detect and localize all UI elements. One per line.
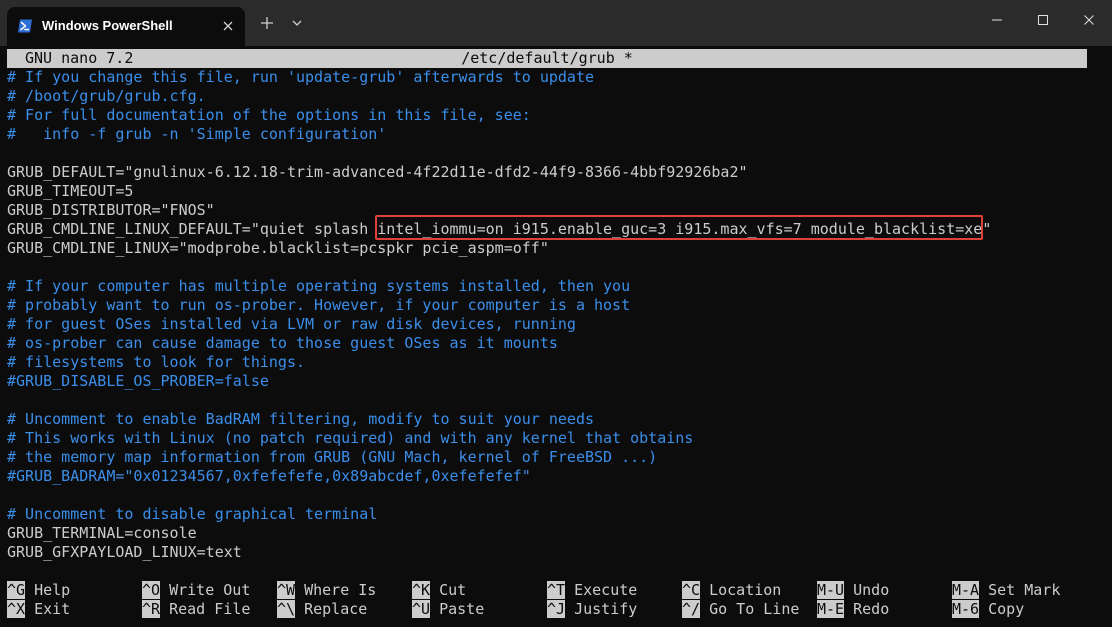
shortcut-key: ^U — [412, 600, 431, 618]
editor-line[interactable]: GRUB_DISTRIBUTOR="FNOS" — [7, 201, 215, 220]
shortcut-location[interactable]: ^C Location — [682, 581, 781, 600]
editor-line[interactable]: # probably want to run os-prober. Howeve… — [7, 296, 630, 315]
close-tab-icon[interactable] — [219, 17, 237, 35]
shortcut-undo[interactable]: M-U Undo — [817, 581, 889, 600]
terminal-window: Windows PowerShell GNU nano 7.2 /etc/def… — [0, 0, 1112, 627]
shortcut-label: Undo — [853, 581, 890, 599]
shortcut-key: ^C — [682, 581, 701, 599]
shortcut-execute[interactable]: ^T Execute — [547, 581, 637, 600]
shortcut-key: ^W — [277, 581, 296, 599]
editor-line[interactable]: # Uncomment to enable BadRAM filtering, … — [7, 410, 594, 429]
editor-line[interactable]: # info -f grub -n 'Simple configuration' — [7, 125, 386, 144]
editor-line[interactable]: GRUB_GFXPAYLOAD_LINUX=text — [7, 543, 242, 562]
shortcut-label: Copy — [988, 600, 1025, 618]
editor-line[interactable]: GRUB_CMDLINE_LINUX="modprobe.blacklist=p… — [7, 239, 549, 258]
editor-line[interactable]: # filesystems to look for things. — [7, 353, 305, 372]
editor-line[interactable]: # for guest OSes installed via LVM or ra… — [7, 315, 576, 334]
maximize-icon — [1038, 15, 1048, 25]
shortcut-label: Location — [709, 581, 782, 599]
shortcut-justify[interactable]: ^J Justify — [547, 600, 637, 619]
shortcut-paste[interactable]: ^U Paste — [412, 600, 484, 619]
shortcut-key: ^R — [142, 600, 161, 618]
shortcut-label: Go To Line — [709, 600, 800, 618]
tab-title: Windows PowerShell — [42, 18, 173, 33]
shortcut-copy[interactable]: M-6 Copy — [952, 600, 1024, 619]
shortcut-label: Justify — [574, 600, 638, 618]
highlight-annotation — [375, 215, 983, 240]
editor-line[interactable]: GRUB_TERMINAL=console — [7, 524, 197, 543]
shortcut-where-is[interactable]: ^W Where Is — [277, 581, 376, 600]
shortcut-write-out[interactable]: ^O Write Out — [142, 581, 250, 600]
chevron-down-icon[interactable] — [291, 17, 303, 29]
shortcut-label: Where Is — [304, 581, 377, 599]
editor-line[interactable]: #GRUB_BADRAM="0x01234567,0xfefefefe,0x89… — [7, 467, 531, 486]
shortcut-label: Redo — [853, 600, 890, 618]
shortcut-key: ^K — [412, 581, 431, 599]
title-bar: Windows PowerShell — [0, 0, 1112, 46]
tab-windows-powershell[interactable]: Windows PowerShell — [7, 7, 245, 46]
shortcut-label: Execute — [574, 581, 638, 599]
shortcut-label: Read File — [169, 600, 251, 618]
shortcut-set-mark[interactable]: M-A Set Mark — [952, 581, 1060, 600]
editor-line[interactable]: # the memory map information from GRUB (… — [7, 448, 657, 467]
minimize-button[interactable] — [974, 0, 1020, 40]
close-window-button[interactable] — [1066, 0, 1112, 40]
nano-editor[interactable]: GNU nano 7.2 /etc/default/grub * # If yo… — [7, 49, 1087, 619]
shortcut-key: ^/ — [682, 600, 701, 618]
shortcut-key: M-U — [817, 581, 845, 599]
powershell-icon — [18, 19, 32, 33]
shortcut-cut[interactable]: ^K Cut — [412, 581, 466, 600]
editor-line[interactable]: # /boot/grub/grub.cfg. — [7, 87, 206, 106]
shortcut-key: ^\ — [277, 600, 296, 618]
shortcut-label: Cut — [439, 581, 467, 599]
editor-line[interactable]: # This works with Linux (no patch requir… — [7, 429, 693, 448]
shortcut-go-to-line[interactable]: ^/ Go To Line — [682, 600, 799, 619]
shortcut-label: Exit — [34, 600, 71, 618]
shortcut-help[interactable]: ^G Help — [7, 581, 70, 600]
shortcut-replace[interactable]: ^\ Replace — [277, 600, 367, 619]
editor-line[interactable]: # If you change this file, run 'update-g… — [7, 68, 594, 87]
editor-line[interactable]: # os-prober can cause damage to those gu… — [7, 334, 558, 353]
editor-line[interactable]: GRUB_TIMEOUT=5 — [7, 182, 133, 201]
minimize-icon — [992, 19, 1002, 21]
editor-line[interactable]: # Uncomment to disable graphical termina… — [7, 505, 377, 524]
file-name: /etc/default/grub * — [461, 49, 633, 67]
shortcut-label: Paste — [439, 600, 485, 618]
shortcut-redo[interactable]: M-E Redo — [817, 600, 889, 619]
editor-line[interactable]: #GRUB_DISABLE_OS_PROBER=false — [7, 372, 269, 391]
shortcut-key: M-A — [952, 581, 980, 599]
shortcut-key: M-E — [817, 600, 845, 618]
shortcut-key: M-6 — [952, 600, 980, 618]
nano-header: GNU nano 7.2 /etc/default/grub * — [7, 49, 1087, 68]
shortcut-read-file[interactable]: ^R Read File — [142, 600, 250, 619]
shortcut-label: Set Mark — [988, 581, 1061, 599]
plus-icon[interactable] — [259, 15, 275, 31]
shortcut-key: ^G — [7, 581, 26, 599]
maximize-button[interactable] — [1020, 0, 1066, 40]
shortcut-label: Help — [34, 581, 71, 599]
shortcut-key: ^O — [142, 581, 161, 599]
shortcut-label: Write Out — [169, 581, 251, 599]
shortcut-exit[interactable]: ^X Exit — [7, 600, 70, 619]
editor-line[interactable]: GRUB_DEFAULT="gnulinux-6.12.18-trim-adva… — [7, 163, 748, 182]
shortcut-key: ^X — [7, 600, 26, 618]
close-icon — [1084, 15, 1094, 25]
shortcut-key: ^J — [547, 600, 566, 618]
editor-line[interactable]: # For full documentation of the options … — [7, 106, 531, 125]
shortcut-key: ^T — [547, 581, 566, 599]
shortcut-label: Replace — [304, 600, 368, 618]
editor-line[interactable]: # If your computer has multiple operatin… — [7, 277, 630, 296]
